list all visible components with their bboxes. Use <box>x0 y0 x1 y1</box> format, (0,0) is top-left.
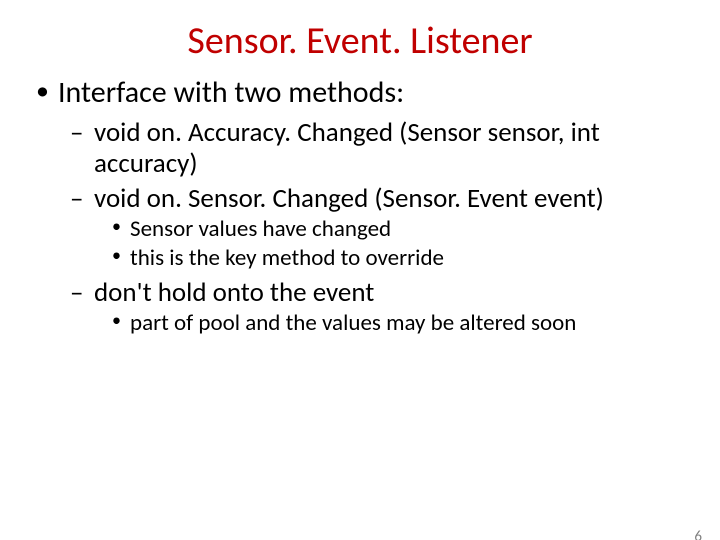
bullet-text: part of pool and the values may be alter… <box>130 309 576 337</box>
slide-title: Sensor. Event. Listener <box>0 18 720 64</box>
bullet-text: this is the key method to override <box>130 244 444 272</box>
bullet-l3: part of pool and the values may be alter… <box>112 310 700 338</box>
slide-body: Interface with two methods: void on. Acc… <box>0 76 720 337</box>
bullet-text: don't hold onto the event <box>94 276 374 309</box>
page-number: 6 <box>694 528 702 540</box>
bullet-l2: don't hold onto the event part of pool a… <box>70 277 700 338</box>
bullet-l2: void on. Accuracy. Changed (Sensor senso… <box>70 117 700 179</box>
bullet-text: Sensor values have changed <box>130 215 391 243</box>
bullet-l3: Sensor values have changed <box>112 216 700 244</box>
bullet-l3: this is the key method to override <box>112 245 700 273</box>
bullet-l2: void on. Sensor. Changed (Sensor. Event … <box>70 183 700 273</box>
bullet-l1: Interface with two methods: void on. Acc… <box>30 76 700 337</box>
bullet-text: void on. Accuracy. Changed (Sensor senso… <box>94 116 600 180</box>
bullet-text: Interface with two methods: <box>58 74 404 111</box>
bullet-text: void on. Sensor. Changed (Sensor. Event … <box>94 182 604 215</box>
